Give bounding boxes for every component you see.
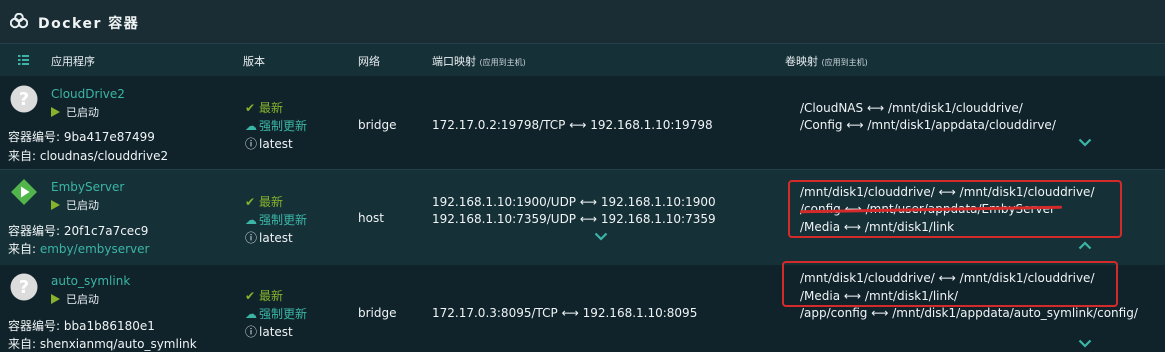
col-header-app: 应用程序 [51, 55, 95, 68]
network-mode: host [358, 211, 384, 225]
port-mapping: 172.17.0.3:8095/TCP ⟷ 192.168.1.10:8095 [432, 306, 698, 320]
container-status-label: 已启动 [66, 293, 99, 306]
cloud-download-icon: ☁ [245, 119, 257, 133]
container-source-label: 来自: [8, 242, 40, 256]
col-header-port-label: 端口映射 [432, 55, 476, 68]
check-icon: ✔ [245, 195, 256, 209]
version-tag-label: latest [259, 325, 293, 339]
check-icon: ✔ [245, 289, 256, 303]
force-update-label: 强制更新 [259, 119, 308, 133]
list-menu-icon[interactable] [18, 55, 29, 65]
info-icon: ⓘ [245, 231, 258, 245]
volume-mapping: /CloudNAS ⟷ /mnt/disk1/clouddrive/ [800, 101, 1023, 115]
svg-text:?: ? [19, 89, 29, 110]
container-source-value: shenxianmq/auto_symlink [39, 337, 197, 351]
play-icon [51, 200, 60, 210]
version-tag: ⓘ latest [245, 229, 293, 246]
table-row: EmbyServer 已启动 容器编号: 20f1c7a7cec9 来自: em… [0, 170, 1165, 265]
info-icon: ⓘ [245, 325, 258, 339]
version-tag: ⓘ latest [245, 135, 293, 152]
force-update-link[interactable]: ☁ 强制更新 [245, 211, 307, 228]
container-source-value: cloudnas/clouddrive2 [39, 149, 169, 163]
version-status-label: 最新 [259, 289, 284, 303]
container-status[interactable]: 已启动 [51, 197, 99, 213]
force-update-link[interactable]: ☁ 强制更新 [245, 117, 307, 134]
col-header-volume-label: 卷映射 [785, 55, 818, 68]
container-status-label: 已启动 [66, 199, 99, 212]
cloud-download-icon: ☁ [245, 213, 257, 227]
chevron-down-icon[interactable] [1078, 339, 1092, 348]
cloud-download-icon: ☁ [245, 307, 257, 321]
container-id: 容器编号: bba1b86180e1 [8, 319, 155, 333]
table-header: 应用程序 版本 网络 端口映射 (应用到主机) 卷映射 (应用到主机) [0, 44, 1165, 76]
container-source-label: 来自: [8, 149, 40, 163]
question-icon[interactable]: ? [10, 273, 38, 301]
container-status[interactable]: 已启动 [51, 104, 99, 120]
container-status-label: 已启动 [66, 106, 99, 119]
question-icon[interactable]: ? [10, 85, 38, 113]
container-name[interactable]: CloudDrive2 [51, 87, 125, 101]
volume-mapping: /Config ⟷ /mnt/disk1/appdata/clouddirve/ [800, 118, 1056, 132]
col-header-volume: 卷映射 (应用到主机) [785, 53, 868, 69]
info-icon: ⓘ [245, 137, 258, 151]
col-header-volume-note: (应用到主机) [821, 58, 868, 67]
version-tag: ⓘ latest [245, 323, 293, 340]
check-icon: ✔ [245, 101, 256, 115]
network-mode: bridge [358, 118, 397, 132]
container-name[interactable]: EmbyServer [51, 180, 124, 194]
docker-logo-icon [10, 13, 28, 29]
container-status[interactable]: 已启动 [51, 291, 99, 307]
version-status: ✔ 最新 [245, 287, 283, 304]
version-tag-label: latest [259, 137, 293, 151]
version-tag-label: latest [259, 231, 293, 245]
table-row: ? auto_symlink 已启动 容器编号: bba1b86180e1 来自… [0, 261, 1165, 351]
force-update-link[interactable]: ☁ 强制更新 [245, 305, 307, 322]
window-titlebar: Docker 容器 [0, 0, 1165, 44]
highlight-box [788, 180, 1122, 238]
chevron-down-icon[interactable] [1078, 138, 1092, 147]
chevron-down-icon[interactable] [594, 232, 608, 241]
container-id: 容器编号: 9ba417e87499 [8, 130, 155, 144]
chevron-up-icon[interactable] [1078, 241, 1092, 250]
port-mapping: 192.168.1.10:1900/UDP ⟷ 192.168.1.10:190… [432, 195, 716, 209]
col-header-version: 版本 [243, 55, 265, 68]
col-header-port: 端口映射 (应用到主机) [432, 53, 526, 69]
network-mode: bridge [358, 306, 397, 320]
play-icon [51, 294, 60, 304]
version-status: ✔ 最新 [245, 99, 283, 116]
container-source-link[interactable]: emby/embyserver [40, 242, 150, 256]
emby-play-icon[interactable] [10, 178, 38, 206]
container-source: 来自: cloudnas/clouddrive2 [8, 147, 168, 164]
force-update-label: 强制更新 [259, 213, 308, 227]
port-mapping: 172.17.0.2:19798/TCP ⟷ 192.168.1.10:1979… [432, 118, 713, 132]
container-source: 来自: emby/embyserver [8, 240, 149, 257]
table-row: ? CloudDrive2 已启动 容器编号: 9ba417e87499 来自:… [0, 77, 1165, 169]
volume-mapping: /app/config ⟷ /mnt/disk1/appdata/auto_sy… [800, 306, 1138, 320]
version-status: ✔ 最新 [245, 193, 283, 210]
container-source-label: 来自: [8, 337, 40, 351]
container-id: 容器编号: 20f1c7a7cec9 [8, 224, 149, 238]
version-status-label: 最新 [259, 101, 284, 115]
port-mapping: 192.168.1.10:7359/UDP ⟷ 192.168.1.10:735… [432, 212, 716, 226]
highlight-box [782, 261, 1118, 307]
container-source: 来自: shenxianmq/auto_symlink [8, 335, 197, 352]
version-status-label: 最新 [259, 195, 284, 209]
play-icon [51, 107, 60, 117]
col-header-network: 网络 [358, 55, 380, 68]
page-title: Docker 容器 [38, 16, 140, 32]
container-name[interactable]: auto_symlink [51, 274, 130, 288]
svg-text:?: ? [19, 277, 29, 298]
force-update-label: 强制更新 [259, 307, 308, 321]
col-header-port-note: (应用到主机) [479, 58, 526, 67]
